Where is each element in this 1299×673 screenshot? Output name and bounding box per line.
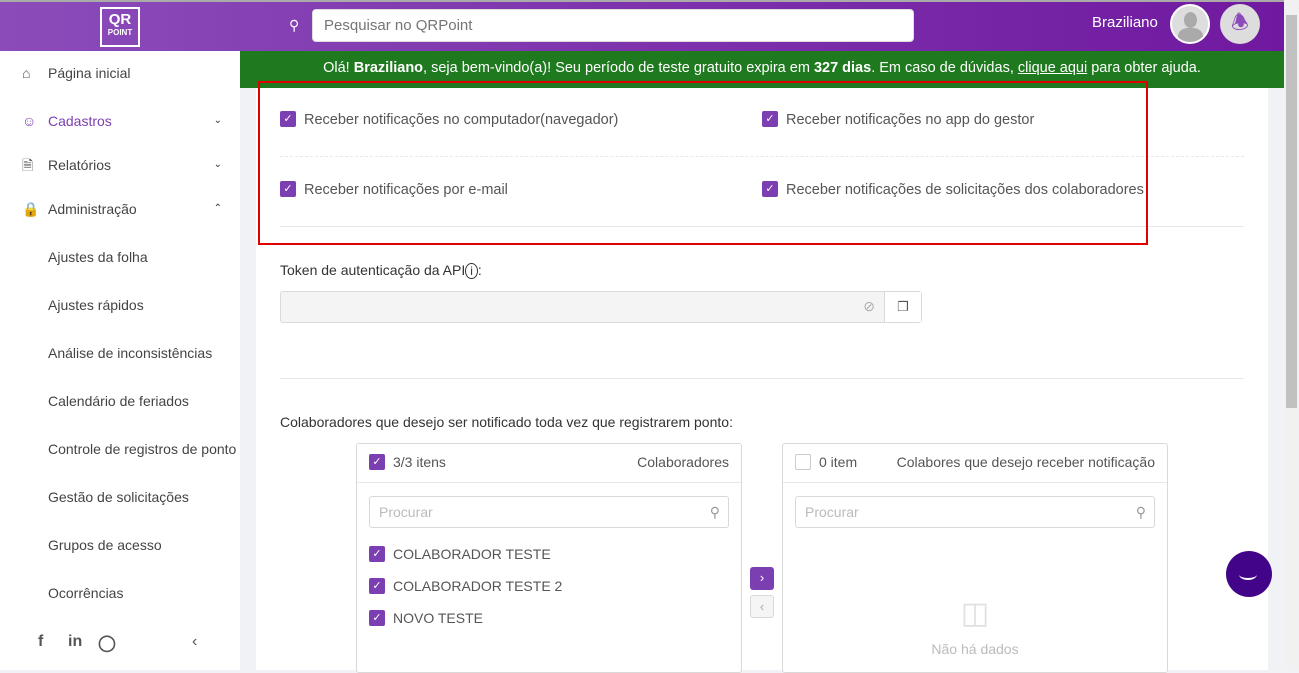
- colon: :: [477, 262, 482, 278]
- checkbox-checked-icon[interactable]: ✓: [369, 545, 385, 562]
- item-label: NOVO TESTE: [393, 610, 483, 626]
- target-search-input[interactable]: Procurar ⚲: [795, 496, 1155, 528]
- sidebar-item-administracao[interactable]: 🔒 Administração ⌃: [0, 187, 240, 231]
- panel-title: Colabores que desejo receber notificação: [896, 454, 1155, 470]
- sidebar-item-ajustes-folha[interactable]: Ajustes da folha: [0, 235, 240, 279]
- global-search-input[interactable]: [312, 9, 914, 42]
- chevron-up-icon: ⌃: [213, 203, 222, 214]
- search-icon: ⚲: [289, 17, 300, 33]
- chevron-down-icon: ⌄: [213, 159, 222, 170]
- colon: :: [729, 414, 733, 430]
- sidebar-item-label: Análise de inconsistências: [48, 345, 213, 361]
- sidebar-item-label: Ajustes rápidos: [48, 297, 144, 313]
- chat-widget-button[interactable]: [1226, 551, 1272, 597]
- empty-text: Não há dados: [931, 641, 1019, 657]
- linkedin-icon[interactable]: in: [68, 633, 82, 651]
- item-count: 3/3 itens: [393, 454, 446, 470]
- copy-button[interactable]: ❐: [884, 292, 921, 322]
- sidebar-item-inconsistencias[interactable]: Análise de inconsistências: [0, 331, 240, 375]
- sidebar-item-label: Ajustes da folha: [48, 249, 148, 265]
- api-token-field[interactable]: ⊘ ❐: [280, 291, 922, 323]
- sidebar-item-label: Gestão de solicitações: [48, 489, 189, 505]
- item-count: 0 item: [819, 454, 858, 470]
- sidebar-item-label: Cadastros: [48, 113, 112, 129]
- chevron-down-icon: ⌄: [213, 115, 222, 126]
- collapse-sidebar-icon[interactable]: ‹: [192, 633, 197, 651]
- user-name[interactable]: Braziliano: [1092, 14, 1158, 31]
- sidebar-item-solicitacoes[interactable]: Gestão de solicitações: [0, 475, 240, 519]
- logo-subtext: POINT: [107, 28, 133, 37]
- sidebar-item-grupos-acesso[interactable]: Grupos de acesso: [0, 523, 240, 567]
- collaborators-label-text: Colaboradores que desejo ser notificado …: [280, 414, 730, 430]
- highlight-box: [258, 81, 1148, 245]
- home-icon: ⌂: [22, 65, 31, 81]
- sidebar-item-label: Relatórios: [48, 157, 112, 173]
- banner-text: , seja bem-vindo(a)! Seu período de test…: [423, 60, 814, 76]
- list-item[interactable]: ✓ COLABORADOR TESTE 2: [369, 577, 563, 594]
- sidebar-item-controle-registros[interactable]: Controle de registros de ponto: [0, 427, 240, 471]
- item-label: COLABORADOR TESTE: [393, 546, 551, 562]
- sidebar-item-label: Administração: [48, 201, 137, 217]
- empty-inbox-icon: ◫: [960, 597, 990, 630]
- sidebar-item-feriados[interactable]: Calendário de feriados: [0, 379, 240, 423]
- move-left-button[interactable]: ‹: [750, 595, 774, 618]
- token-label: Token de autenticação da API i:: [280, 262, 482, 279]
- page-scrollbar[interactable]: [1284, 0, 1299, 670]
- instagram-icon[interactable]: ◯: [98, 633, 116, 653]
- collaborators-label: Colaboradores que desejo ser notificado …: [280, 414, 733, 430]
- move-right-button[interactable]: ›: [750, 567, 774, 590]
- list-item[interactable]: ✓ NOVO TESTE: [369, 609, 483, 626]
- transfer-target-panel: 0 item Colabores que desejo receber notif…: [782, 443, 1168, 673]
- banner-text: para obter ajuda.: [1087, 60, 1201, 76]
- sidebar-item-ocorrencias[interactable]: Ocorrências: [0, 571, 240, 615]
- scrollbar-thumb[interactable]: [1286, 15, 1297, 408]
- source-search-input[interactable]: Procurar ⚲: [369, 496, 729, 528]
- sidebar: ⌂ Página inicial ☺ Cadastros ⌄ 🗎 Relatórios ⌄…: [0, 51, 240, 670]
- sidebar-item-label: Página inicial: [48, 65, 131, 81]
- checkbox-checked-icon[interactable]: ✓: [369, 577, 385, 594]
- panel-title: Colaboradores: [637, 454, 729, 470]
- transfer-source-panel: ✓ 3/3 itens Colaboradores Procurar ⚲ ✓ COLAB…: [356, 443, 742, 673]
- search-icon: ⚲: [1135, 504, 1146, 520]
- facebook-icon[interactable]: f: [38, 633, 43, 651]
- user-add-icon: ☺: [22, 113, 37, 129]
- sidebar-item-relatorios[interactable]: 🗎 Relatórios ⌄: [0, 143, 240, 187]
- sidebar-item-label: Calendário de feriados: [48, 393, 189, 409]
- help-link[interactable]: clique aqui: [1018, 60, 1087, 76]
- search-placeholder: Procurar: [379, 504, 433, 520]
- logo-text: QR: [108, 11, 132, 28]
- eye-invisible-icon[interactable]: ⊘: [863, 298, 875, 315]
- select-all-checkbox[interactable]: ✓: [369, 453, 385, 470]
- info-icon[interactable]: i: [465, 263, 478, 279]
- sidebar-item-home[interactable]: ⌂ Página inicial: [0, 51, 240, 95]
- sidebar-item-ajustes-rapidos[interactable]: Ajustes rápidos: [0, 283, 240, 327]
- search-placeholder: Procurar: [805, 504, 859, 520]
- top-header: QRPOINT ⚲ Braziliano 🕭: [0, 0, 1284, 51]
- search-icon: ⚲: [709, 504, 720, 520]
- sidebar-item-label: Ocorrências: [48, 585, 124, 601]
- banner-text: . Em caso de dúvidas,: [871, 60, 1018, 76]
- lock-icon: 🔒: [22, 201, 40, 217]
- banner-text: Olá!: [323, 60, 354, 76]
- select-all-checkbox[interactable]: [795, 453, 811, 470]
- banner-name: Braziliano: [353, 60, 424, 76]
- avatar[interactable]: [1170, 4, 1210, 44]
- sidebar-item-label: Controle de registros de ponto: [48, 441, 237, 457]
- divider: [280, 378, 1244, 379]
- sidebar-item-label: Grupos de acesso: [48, 537, 162, 553]
- token-label-text: Token de autenticação da API: [280, 262, 466, 278]
- item-label: COLABORADOR TESTE 2: [393, 578, 563, 594]
- checkbox-checked-icon[interactable]: ✓: [369, 609, 385, 626]
- sidebar-item-cadastros[interactable]: ☺ Cadastros ⌄: [0, 99, 240, 143]
- bell-icon[interactable]: 🕭: [1220, 4, 1260, 44]
- qrpoint-logo[interactable]: QR POINT: [100, 7, 140, 47]
- file-icon: 🗎: [22, 157, 34, 173]
- list-item[interactable]: ✓ COLABORADOR TESTE: [369, 545, 551, 562]
- banner-days: 327 dias: [813, 60, 872, 76]
